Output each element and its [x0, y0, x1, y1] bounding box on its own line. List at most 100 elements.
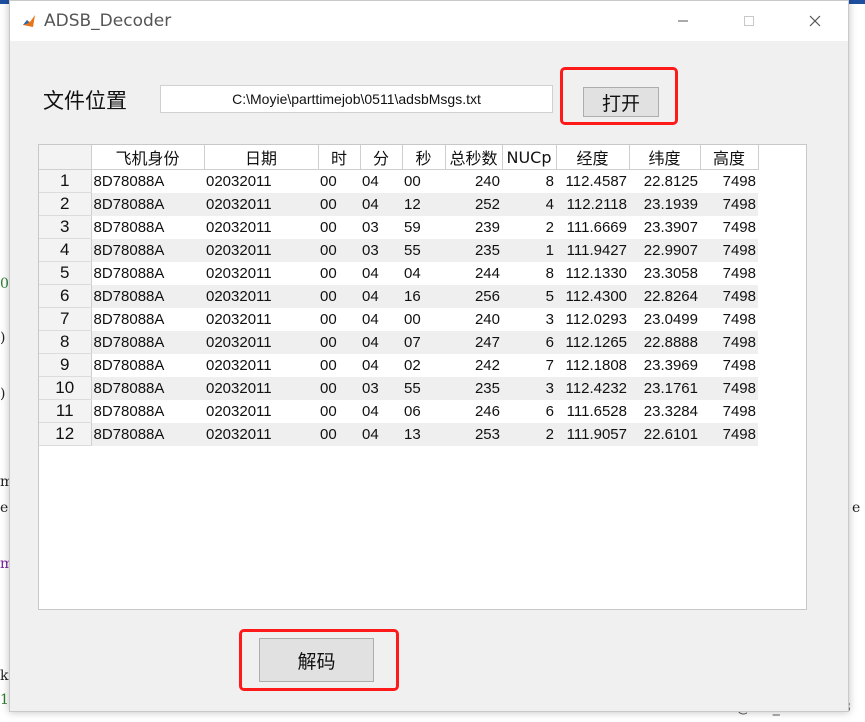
table-cell[interactable]: 8D78088A — [91, 215, 204, 239]
row-number[interactable]: 4 — [39, 238, 92, 262]
table-cell[interactable]: 23.1761 — [629, 376, 700, 400]
table-cell[interactable]: 04 — [360, 353, 402, 377]
table-cell[interactable]: 04 — [360, 399, 402, 423]
table-cell[interactable]: 04 — [360, 307, 402, 331]
table-row[interactable]: 11 8D78088A 02032011 00 04 06 246 6 111.6528 23.3… — [39, 399, 758, 423]
table-row[interactable]: 5 8D78088A 02032011 00 04 04 244 8 112.1330 23.30… — [39, 261, 758, 285]
table-cell[interactable]: 02032011 — [204, 215, 318, 239]
data-table-panel[interactable]: 飞机身份 日期 时 分 秒 总秒数 NUCp 经度 纬度 高度 1 8D78088… — [38, 144, 807, 610]
table-cell[interactable]: 59 — [402, 215, 445, 239]
table-cell[interactable]: 07 — [402, 330, 445, 354]
table-cell[interactable]: 6 — [502, 330, 556, 354]
row-number[interactable]: 5 — [39, 261, 92, 285]
table-cell[interactable]: 112.1265 — [556, 330, 629, 354]
column-header[interactable]: NUCp — [502, 145, 557, 170]
column-header[interactable]: 时 — [318, 145, 361, 170]
table-cell[interactable]: 3 — [502, 307, 556, 331]
table-cell[interactable]: 04 — [360, 169, 402, 193]
table-cell[interactable]: 00 — [318, 330, 360, 354]
table-cell[interactable]: 239 — [445, 215, 502, 239]
table-cell[interactable]: 22.6101 — [629, 422, 700, 446]
table-cell[interactable]: 00 — [318, 169, 360, 193]
table-cell[interactable]: 8D78088A — [91, 307, 204, 331]
table-cell[interactable]: 8D78088A — [91, 169, 204, 193]
table-cell[interactable]: 23.1939 — [629, 192, 700, 216]
table-cell[interactable]: 23.3969 — [629, 353, 700, 377]
table-row[interactable]: 12 8D78088A 02032011 00 04 13 253 2 111.9057 22.6… — [39, 422, 758, 446]
minimize-icon[interactable] — [650, 1, 716, 41]
table-cell[interactable]: 06 — [402, 399, 445, 423]
column-header[interactable]: 总秒数 — [445, 145, 503, 170]
table-cell[interactable]: 5 — [502, 284, 556, 308]
table-cell[interactable]: 22.8125 — [629, 169, 700, 193]
table-cell[interactable]: 16 — [402, 284, 445, 308]
row-number[interactable]: 11 — [39, 399, 92, 423]
table-cell[interactable]: 8D78088A — [91, 192, 204, 216]
table-cell[interactable]: 55 — [402, 238, 445, 262]
column-header[interactable]: 分 — [360, 145, 403, 170]
table-cell[interactable]: 02032011 — [204, 284, 318, 308]
table-cell[interactable]: 00 — [402, 307, 445, 331]
table-cell[interactable]: 8D78088A — [91, 284, 204, 308]
table-cell[interactable]: 22.9907 — [629, 238, 700, 262]
row-number[interactable]: 12 — [39, 422, 92, 446]
table-cell[interactable]: 112.1330 — [556, 261, 629, 285]
row-number[interactable]: 6 — [39, 284, 92, 308]
table-cell[interactable]: 04 — [402, 261, 445, 285]
title-bar[interactable]: ADSB_Decoder — [10, 1, 848, 41]
table-cell[interactable]: 3 — [502, 376, 556, 400]
table-cell[interactable]: 240 — [445, 169, 502, 193]
table-cell[interactable]: 04 — [360, 192, 402, 216]
table-cell[interactable]: 111.9427 — [556, 238, 629, 262]
table-cell[interactable]: 00 — [318, 284, 360, 308]
column-header[interactable]: 秒 — [402, 145, 446, 170]
table-cell[interactable]: 8D78088A — [91, 376, 204, 400]
table-cell[interactable]: 00 — [318, 238, 360, 262]
table-cell[interactable]: 02032011 — [204, 399, 318, 423]
table-cell[interactable]: 12 — [402, 192, 445, 216]
decode-button[interactable]: 解码 — [259, 638, 374, 682]
table-row[interactable]: 1 8D78088A 02032011 00 04 00 240 8 112.4587 22.81… — [39, 169, 758, 193]
table-cell[interactable]: 7498 — [700, 284, 758, 308]
table-cell[interactable]: 00 — [318, 192, 360, 216]
table-cell[interactable]: 246 — [445, 399, 502, 423]
table-cell[interactable]: 04 — [360, 284, 402, 308]
table-cell[interactable]: 23.3907 — [629, 215, 700, 239]
row-number[interactable]: 10 — [39, 376, 92, 400]
table-cell[interactable]: 7498 — [700, 238, 758, 262]
table-cell[interactable]: 111.9057 — [556, 422, 629, 446]
table-cell[interactable]: 03 — [360, 238, 402, 262]
table-cell[interactable]: 00 — [318, 261, 360, 285]
table-cell[interactable]: 22.8264 — [629, 284, 700, 308]
table-cell[interactable]: 2 — [502, 422, 556, 446]
close-icon[interactable] — [782, 1, 848, 41]
table-cell[interactable]: 7498 — [700, 376, 758, 400]
table-cell[interactable]: 112.4300 — [556, 284, 629, 308]
table-row[interactable]: 8 8D78088A 02032011 00 04 07 247 6 112.1265 22.88… — [39, 330, 758, 354]
table-cell[interactable]: 2 — [502, 215, 556, 239]
table-cell[interactable]: 02032011 — [204, 422, 318, 446]
file-path-field[interactable]: C:\Moyie\parttimejob\0511\adsbMsgs.txt — [160, 85, 553, 113]
open-button[interactable]: 打开 — [583, 87, 659, 117]
table-cell[interactable]: 23.3284 — [629, 399, 700, 423]
table-cell[interactable]: 02032011 — [204, 353, 318, 377]
table-row[interactable]: 9 8D78088A 02032011 00 04 02 242 7 112.1808 23.39… — [39, 353, 758, 377]
table-cell[interactable]: 00 — [318, 215, 360, 239]
table-cell[interactable]: 8D78088A — [91, 238, 204, 262]
column-header[interactable]: 经度 — [556, 145, 630, 170]
table-cell[interactable]: 04 — [360, 330, 402, 354]
table-cell[interactable]: 02032011 — [204, 238, 318, 262]
table-cell[interactable]: 8 — [502, 169, 556, 193]
table-cell[interactable]: 1 — [502, 238, 556, 262]
table-cell[interactable]: 7498 — [700, 307, 758, 331]
table-row[interactable]: 3 8D78088A 02032011 00 03 59 239 2 111.6669 23.39… — [39, 215, 758, 239]
table-cell[interactable]: 8D78088A — [91, 399, 204, 423]
table-row[interactable]: 7 8D78088A 02032011 00 04 00 240 3 112.0293 23.04… — [39, 307, 758, 331]
table-cell[interactable]: 02032011 — [204, 169, 318, 193]
table-cell[interactable]: 03 — [360, 376, 402, 400]
table-cell[interactable]: 256 — [445, 284, 502, 308]
table-cell[interactable]: 112.0293 — [556, 307, 629, 331]
table-cell[interactable]: 8 — [502, 261, 556, 285]
table-cell[interactable]: 112.1808 — [556, 353, 629, 377]
table-cell[interactable]: 23.0499 — [629, 307, 700, 331]
